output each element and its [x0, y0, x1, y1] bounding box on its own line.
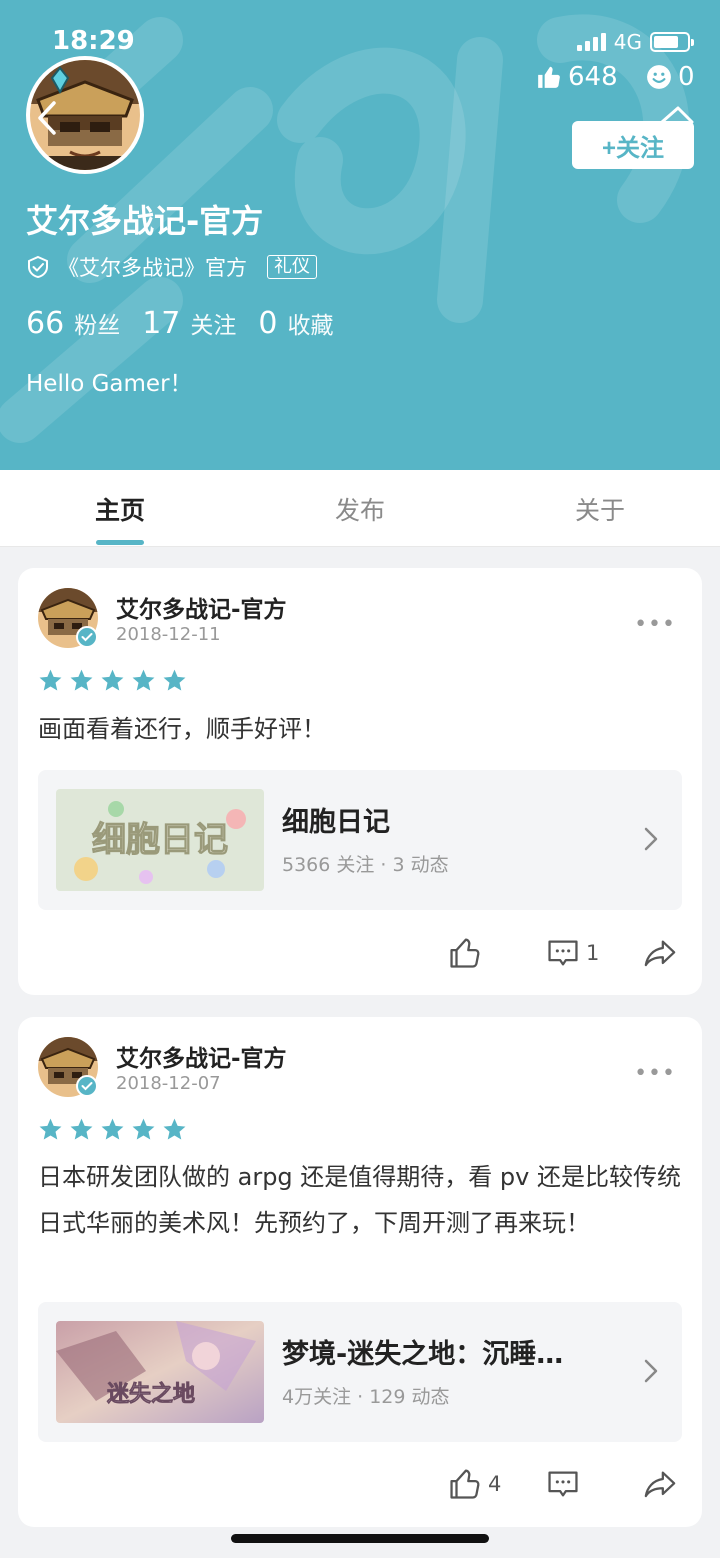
star-icon — [101, 1118, 124, 1140]
rating-stars — [38, 668, 187, 693]
game-meta: 5366 关注 · 3 动态 — [282, 854, 449, 876]
comment-icon — [548, 940, 578, 966]
tab-posts[interactable]: 发布 — [240, 470, 480, 547]
star-icon — [132, 1118, 155, 1140]
comment-icon — [548, 1471, 578, 1497]
star-icon — [70, 669, 93, 691]
share-button[interactable] — [642, 1467, 678, 1505]
favorites-count[interactable]: 0 — [258, 306, 277, 341]
game-thumb-text: 细胞日记 — [92, 820, 228, 860]
battery-icon — [650, 32, 694, 52]
more-options-icon[interactable]: ••• — [634, 1061, 676, 1086]
verification-text: 《艾尔多战记》官方 — [58, 256, 247, 280]
post-author[interactable]: 艾尔多战记-官方 — [116, 1039, 287, 1073]
signal-icon — [576, 33, 606, 51]
favorites-label[interactable]: 收藏 — [287, 306, 333, 340]
like-button[interactable]: 4 — [448, 1467, 501, 1501]
status-time: 18:29 — [52, 26, 135, 56]
share-icon — [644, 940, 676, 967]
verified-badge-icon — [76, 1075, 98, 1097]
status-indicators: 4G — [576, 30, 694, 54]
game-meta: 4万关注 · 129 动态 — [282, 1386, 450, 1408]
smile-icon — [647, 65, 671, 89]
star-icon — [70, 1118, 93, 1140]
likes-count: 648 — [568, 62, 618, 92]
post-card: 艾尔多战记-官方 2018-12-11 ••• 画面看着还行，顺手好评！ 细胞日… — [18, 568, 702, 995]
profile-header: 18:29 4G 648 0 +关注 艾尔多战记-官方 《艾尔多战记》官方 礼仪… — [0, 0, 720, 470]
author-avatar[interactable] — [38, 1037, 98, 1097]
verification-line: 《艾尔多战记》官方 礼仪 — [26, 252, 317, 282]
thumbs-up-icon — [538, 66, 560, 88]
profile-name: 艾尔多战记-官方 — [26, 202, 264, 240]
comment-button[interactable] — [546, 1467, 586, 1501]
etiquette-badge[interactable]: 礼仪 — [267, 255, 317, 279]
post-text: 画面看着还行，顺手好评！ — [38, 715, 326, 743]
like-count: 4 — [488, 1472, 502, 1496]
star-icon — [101, 669, 124, 691]
game-link-card[interactable]: 细胞日记 细胞日记 5366 关注 · 3 动态 — [38, 770, 682, 910]
active-tab-indicator — [96, 540, 144, 545]
verified-shield-icon — [28, 255, 48, 279]
network-label: 4G — [613, 30, 642, 54]
chevron-right-icon — [644, 1359, 658, 1383]
smiles-stat: 0 — [646, 62, 695, 92]
post-card: 艾尔多战记-官方 2018-12-07 ••• 日本研发团队做的 arpg 还是… — [18, 1017, 702, 1527]
like-button[interactable] — [448, 936, 488, 970]
tab-bar: 主页 发布 关于 — [0, 470, 720, 547]
following-label[interactable]: 关注 — [190, 306, 236, 340]
back-arrow-icon[interactable] — [36, 100, 58, 136]
star-icon — [39, 669, 62, 691]
profile-counts: 66 粉丝 17 关注 0 收藏 — [26, 306, 355, 341]
rating-stars — [38, 1117, 187, 1142]
star-icon — [132, 669, 155, 691]
star-icon — [163, 669, 186, 691]
share-icon — [644, 1471, 676, 1498]
post-date: 2018-12-11 — [116, 624, 221, 645]
thumbs-up-outline-icon — [450, 1469, 480, 1499]
likes-stat: 648 — [536, 62, 618, 92]
tab-home[interactable]: 主页 — [0, 470, 240, 547]
smiles-count: 0 — [678, 62, 695, 92]
comment-button[interactable]: 1 — [546, 936, 599, 970]
chevron-right-icon — [644, 827, 658, 851]
post-author[interactable]: 艾尔多战记-官方 — [116, 590, 287, 624]
post-date: 2018-12-07 — [116, 1073, 221, 1094]
profile-bio: Hello Gamer！ — [26, 371, 193, 397]
game-title: 细胞日记 — [282, 807, 390, 838]
home-indicator[interactable] — [231, 1534, 489, 1543]
fans-count[interactable]: 66 — [26, 306, 64, 341]
game-link-card[interactable]: 迷失之地 梦境-迷失之地：沉睡… 4万关注 · 129 动态 — [38, 1302, 682, 1442]
follow-button[interactable]: +关注 — [572, 121, 694, 169]
following-count[interactable]: 17 — [142, 306, 180, 341]
game-thumbnail: 细胞日记 — [56, 789, 264, 891]
tab-about[interactable]: 关于 — [480, 470, 720, 547]
game-thumb-text: 迷失之地 — [106, 1381, 195, 1407]
thumbs-up-outline-icon — [450, 938, 480, 968]
post-text: 日本研发团队做的 arpg 还是值得期待，看 pv 还是比较传统日式华丽的美术风… — [38, 1163, 681, 1237]
fans-label[interactable]: 粉丝 — [74, 306, 120, 340]
author-avatar[interactable] — [38, 588, 98, 648]
star-icon — [163, 1118, 186, 1140]
comment-count: 1 — [586, 941, 600, 965]
game-title: 梦境-迷失之地：沉睡… — [282, 1339, 564, 1370]
more-options-icon[interactable]: ••• — [634, 612, 676, 637]
verified-badge-icon — [76, 626, 98, 648]
star-icon — [39, 1118, 62, 1140]
game-thumbnail: 迷失之地 — [56, 1321, 264, 1423]
share-button[interactable] — [642, 936, 678, 974]
